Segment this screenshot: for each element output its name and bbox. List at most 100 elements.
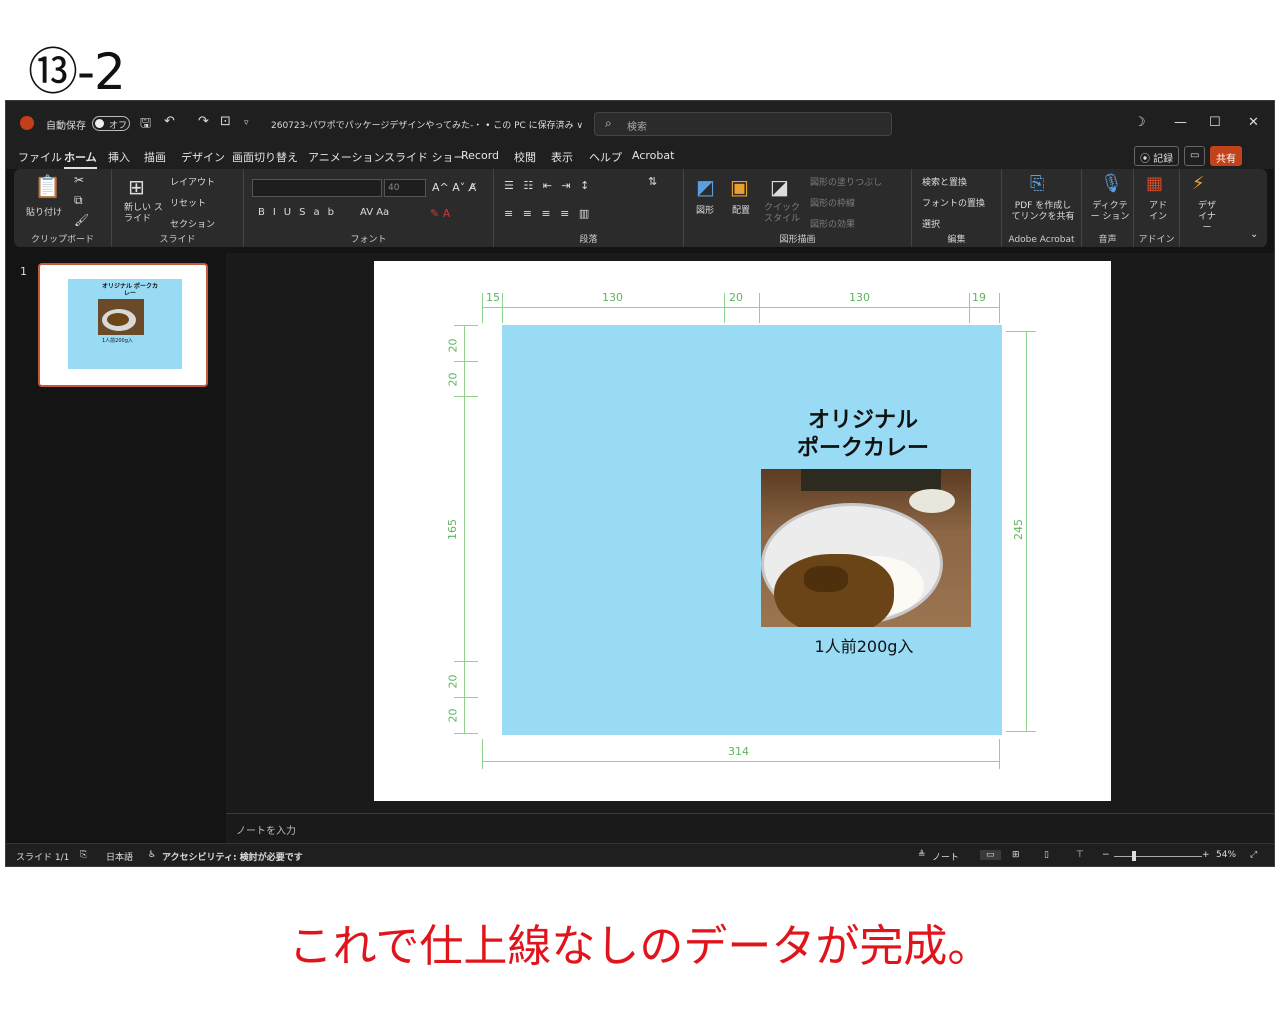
share-button[interactable]: 共有 [1210, 146, 1242, 166]
right-dimension-line [1026, 331, 1027, 731]
thumbnail-number: 1 [20, 265, 27, 278]
designer-group: ⚡ デザ イナー [1180, 169, 1230, 247]
pdf-icon[interactable]: ⎘ [1030, 173, 1044, 194]
new-slide-icon[interactable]: ⊞ [128, 175, 145, 199]
curry-photo[interactable] [761, 469, 971, 627]
quick-style-icon[interactable]: ◪ [770, 175, 789, 199]
search-box[interactable]: ⌕ 検索 [594, 112, 892, 136]
accessibility-icon[interactable]: ♿ [148, 850, 156, 860]
font-size-field[interactable]: 40 [384, 179, 426, 197]
paste-label[interactable]: 貼り付け [26, 205, 62, 218]
slide-thumbnail[interactable]: オリジナル ポークカレー 1人前200g入 [38, 263, 208, 387]
customize-qat-icon[interactable]: ▿ [244, 118, 249, 128]
notes-icon[interactable]: ≜ [918, 850, 926, 860]
zoom-level[interactable]: 54% [1216, 850, 1236, 860]
find-replace-label[interactable]: 検索と置換 [922, 175, 967, 188]
tab-review[interactable]: 校閲 [514, 149, 536, 165]
save-icon[interactable]: 🖫 [140, 114, 151, 136]
tab-design[interactable]: デザイン [181, 149, 225, 165]
zoom-slider[interactable] [1114, 856, 1202, 857]
tab-insert[interactable]: 挿入 [108, 149, 130, 165]
document-title[interactable]: 260723-パワポでパッケージデザインやってみた-・ • この PC に保存済… [271, 118, 583, 131]
copilot-icon[interactable]: ☽ [1134, 115, 1146, 130]
new-slide-label[interactable]: 新しい スライド [124, 203, 164, 225]
collapse-ribbon-icon[interactable]: ⌄ [1250, 229, 1258, 240]
search-placeholder: 検索 [627, 122, 647, 133]
font-name-field[interactable] [252, 179, 382, 197]
addins-icon[interactable]: ▦ [1146, 173, 1163, 194]
text-direction-icon[interactable]: ⇅ [648, 175, 657, 188]
shape-fill-label[interactable]: 図形の塗りつぶし [810, 175, 882, 188]
microphone-icon[interactable]: 🎙 [1100, 173, 1123, 194]
tab-file[interactable]: ファイル [18, 149, 62, 165]
paste-icon[interactable]: 📋 [34, 175, 61, 200]
designer-icon[interactable]: ⚡ [1192, 173, 1205, 194]
notes-pane[interactable]: ノートを入力 [226, 813, 1274, 843]
section-label[interactable]: セクション [170, 217, 215, 230]
slide-caption[interactable]: 1人前200g入 [758, 633, 970, 657]
shape-outline-label[interactable]: 図形の枠線 [810, 196, 855, 209]
tab-record[interactable]: Record [461, 149, 499, 162]
minimize-icon[interactable]: — [1174, 115, 1187, 130]
undo-icon[interactable]: ↶ [164, 114, 175, 129]
cut-icon[interactable]: ✂ [74, 173, 84, 187]
format-painter-icon[interactable]: 🖌 [74, 213, 89, 227]
autosave-toggle[interactable]: オフ [92, 116, 130, 131]
present-icon[interactable]: ⊡ [220, 114, 231, 129]
tab-acrobat[interactable]: Acrobat [632, 149, 674, 162]
zoom-in-icon[interactable]: + [1202, 850, 1210, 860]
shapes-icon[interactable]: ◩ [696, 175, 715, 199]
tab-help[interactable]: ヘルプ [589, 149, 622, 165]
shape-effect-label[interactable]: 図形の効果 [810, 217, 855, 230]
tab-animations[interactable]: アニメーション [308, 149, 385, 165]
align-icons[interactable]: ≡ ≡ ≡ ≡ ▥ [504, 207, 592, 220]
addins-group-label: アドイン [1138, 235, 1175, 245]
fit-slide-icon[interactable]: ⤢ [1250, 850, 1257, 860]
font-color-icon[interactable]: ✎ A [430, 207, 450, 220]
designer-label[interactable]: デザ イナー [1194, 201, 1220, 234]
reading-view-icon[interactable]: ▯ [1044, 850, 1049, 860]
quick-style-label[interactable]: クイック スタイル [764, 203, 800, 225]
normal-view-icon[interactable]: ▭ [980, 850, 1001, 860]
dictate-label[interactable]: ディクテー ション [1088, 201, 1132, 223]
dim-left-d: 20 [446, 674, 460, 689]
comments-icon[interactable]: ▭ [1184, 146, 1206, 166]
arrange-label[interactable]: 配置 [732, 203, 750, 216]
redo-icon[interactable]: ↷ [198, 114, 209, 129]
list-icons[interactable]: ☰ ☷ ⇤ ⇥ ↕ [504, 179, 592, 192]
reset-label[interactable]: リセット [170, 196, 206, 209]
grow-font-icon[interactable]: A^ A˅ A̸ [432, 181, 476, 194]
pdf-share-label[interactable]: PDF を作成し てリンクを共有 [1010, 201, 1076, 223]
slides-group: ⊞ 新しい スライド レイアウト リセット セクション スライド [112, 169, 244, 247]
tab-view[interactable]: 表示 [551, 149, 573, 165]
slideshow-icon[interactable]: ⊤ [1076, 850, 1084, 860]
slide-sorter-icon[interactable]: ⊞ [1012, 850, 1020, 860]
layout-label[interactable]: レイアウト [170, 175, 215, 188]
addins-group: ▦ アド イン アドイン [1134, 169, 1180, 247]
language-label[interactable]: 日本語 [106, 850, 133, 863]
shapes-label[interactable]: 図形 [696, 203, 714, 216]
spellcheck-icon[interactable]: ⎘ [80, 850, 87, 860]
addin-label[interactable]: アド イン [1148, 201, 1168, 223]
accessibility-status[interactable]: アクセシビリティ: 検討が必要です [162, 850, 303, 863]
maximize-icon[interactable]: ☐ [1209, 115, 1221, 130]
zoom-slider-thumb[interactable] [1132, 851, 1136, 861]
slide-canvas[interactable]: 15 130 20 130 19 20 20 165 20 20 245 314… [374, 261, 1111, 801]
tab-transitions[interactable]: 画面切り替え [232, 149, 298, 165]
select-label[interactable]: 選択 [922, 217, 940, 230]
notes-button[interactable]: ノート [932, 850, 959, 863]
slide-title[interactable]: オリジナル ポークカレー [758, 407, 968, 463]
tab-draw[interactable]: 描画 [144, 149, 166, 165]
font-format-icons[interactable]: BIUSab [258, 207, 342, 218]
zoom-out-icon[interactable]: − [1102, 850, 1110, 860]
char-spacing-icon[interactable]: AV Aa [360, 207, 389, 218]
record-button[interactable]: ⦿ 記録 [1134, 146, 1180, 166]
tab-slideshow[interactable]: スライド ショー [384, 149, 465, 165]
dim-tick [454, 325, 478, 326]
tab-home[interactable]: ホーム [64, 149, 97, 169]
arrange-icon[interactable]: ▣ [730, 175, 749, 199]
copy-icon[interactable]: ⧉ [74, 193, 83, 208]
ribbon: 📋 貼り付け ✂ ⧉ 🖌 クリップボード ⊞ 新しい スライド レイアウト リセ… [14, 169, 1267, 247]
close-icon[interactable]: ✕ [1248, 115, 1259, 130]
replace-font-label[interactable]: フォントの置換 [922, 196, 985, 209]
